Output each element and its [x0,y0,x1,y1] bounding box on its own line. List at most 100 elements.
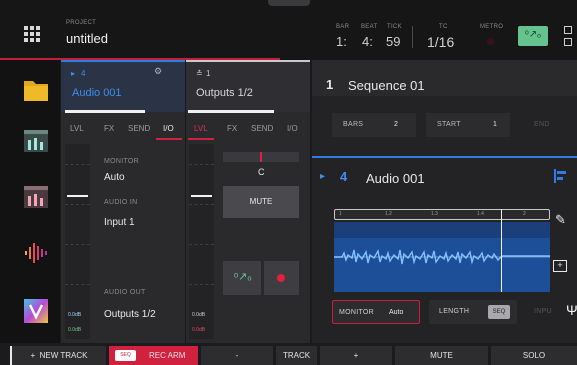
track-strip-outputs: ≛ 1 Outputs 1/2 LVL FX SEND I/O 0.0dB 0.… [186,60,310,343]
tc-label: TC [439,24,448,30]
mixer-icon[interactable] [22,128,50,154]
tab-io[interactable]: I/O [163,124,174,133]
beat-value[interactable]: 4: [362,34,373,49]
gear-icon[interactable]: ⚙ [154,66,162,77]
bar-edge [10,346,12,365]
tick-value[interactable]: 59 [386,34,400,49]
project-name[interactable]: untitled [66,31,108,46]
track-strip-audio001: ▸ 4 ⚙ Audio 001 LVL FX SEND I/O 0.0dB 0.… [61,60,185,343]
audio-track-name[interactable]: Audio 001 [366,171,425,186]
new-track-button[interactable]: + NEW TRACK [12,346,106,365]
window-icon[interactable] [564,26,572,34]
pan-slider[interactable] [223,152,299,162]
track-color-bar [186,60,310,62]
audio-in-label: AUDIO IN [104,199,138,206]
add-region-icon[interactable]: + [553,260,567,272]
audio-track-divider [312,156,577,158]
monitor-field[interactable]: MONITOR Auto [332,300,420,324]
tab-fx[interactable]: FX [227,124,237,133]
plugin-icon[interactable] [22,298,50,324]
channel-mixer-icon[interactable] [22,184,50,210]
gain-bottom: 0.0dB [192,327,206,333]
sequence-header[interactable]: 1 Sequence 01 [312,60,577,96]
audio-in-value[interactable]: Input 1 [104,217,135,228]
automation-button[interactable]: ᵒ↗ₒ [223,261,261,295]
active-tab-underline [156,138,182,140]
plus-icon: + [30,351,40,360]
rec-arm-button[interactable]: SEQ REC ARM [109,346,198,365]
audio-out-value[interactable]: Outputs 1/2 [104,309,156,320]
track-header[interactable]: ▸ 4 ⚙ Audio 001 [61,60,185,113]
tab-fx[interactable]: FX [104,124,114,133]
track-number: 1 [206,69,211,78]
track-name: Outputs 1/2 [196,87,253,99]
active-tab-underline [188,138,214,140]
new-track-label: NEW TRACK [39,351,88,360]
fader-track[interactable]: 0.0dB 0.0dB [189,144,214,339]
tab-send[interactable]: SEND [128,124,150,133]
folder-icon[interactable] [22,77,50,103]
sequence-panel: 1 Sequence 01 BARS 2 START 1 END ▸ 4 Aud… [312,60,577,343]
metro-indicator[interactable] [487,38,494,45]
ruler-mark: 1.3 [431,211,438,217]
track-color-bar [61,60,185,62]
tc-value[interactable]: 1/16 [427,34,454,50]
bar-value[interactable]: 1: [336,34,347,49]
bar-label: BAR [336,24,350,30]
start-label: START [437,121,461,128]
mute-button[interactable]: MUTE [223,186,299,218]
bars-field[interactable]: BARS 2 [332,113,416,137]
monitor-value: Auto [389,309,404,316]
input-label[interactable]: INPU [534,308,552,315]
monitor-value[interactable]: Auto [104,172,125,183]
bars-label: BARS [343,121,364,128]
audio-editor-icon[interactable] [22,240,50,266]
gain-top: 0.0dB [68,312,82,318]
menu-grid-icon[interactable] [24,26,40,42]
track-header[interactable]: ≛ 1 Outputs 1/2 [186,60,310,113]
tab-lvl[interactable]: LVL [194,124,208,133]
pan-value: C [258,167,265,177]
mute-button-bottom[interactable]: MUTE [395,346,488,365]
align-icon[interactable] [552,168,568,184]
timeline-ruler[interactable]: 1 1.2 1.3 1.4 2 [334,209,550,220]
playhead[interactable] [501,209,502,292]
drag-handle[interactable] [268,0,310,6]
track-minus-button[interactable]: - [201,346,273,365]
waveform-region[interactable] [334,209,550,292]
output-track-icon: ≛ [196,69,203,78]
pencil-icon[interactable]: ✎ [555,212,566,228]
start-value: 1 [493,121,497,128]
level-bar [65,110,145,113]
end-label[interactable]: END [534,121,550,128]
gain-top: 0.0dB [192,312,206,318]
gain-bottom: 0.0dB [68,327,82,333]
tab-lvl[interactable]: LVL [70,124,84,133]
waveform [334,222,550,265]
length-label: LENGTH [439,308,470,315]
tab-io[interactable]: I/O [287,124,298,133]
track-name: Audio 001 [72,87,122,99]
divider [412,26,413,48]
tab-send[interactable]: SEND [251,124,273,133]
top-bar: PROJECT untitled BAR BEAT TICK 1: 4: 59 … [0,0,577,60]
length-field[interactable]: LENGTH SEQ [429,300,517,324]
beat-label: BEAT [361,24,378,30]
track-plus-button[interactable]: + [320,346,392,365]
fader-handle[interactable] [191,195,212,197]
start-field[interactable]: START 1 [426,113,510,137]
record-arm-button[interactable] [264,261,299,295]
input-level-icon[interactable]: Ψ [566,302,577,318]
rec-arm-label: REC ARM [149,351,186,360]
length-seq-badge[interactable]: SEQ [488,305,510,319]
solo-button[interactable]: SOLO [491,346,577,365]
pan-indicator [260,152,262,162]
fader-track[interactable]: 0.0dB 0.0dB [65,144,90,339]
window-icon[interactable] [564,38,572,46]
ruler-mark: 1.4 [477,211,484,217]
automation-icon[interactable]: ᵒ↗ₒ [518,26,548,46]
fader-handle[interactable] [67,195,88,197]
track-number: 4 [81,69,86,78]
audio-track-icon: ▸ [71,69,76,78]
sequence-number: 1 [326,77,334,92]
